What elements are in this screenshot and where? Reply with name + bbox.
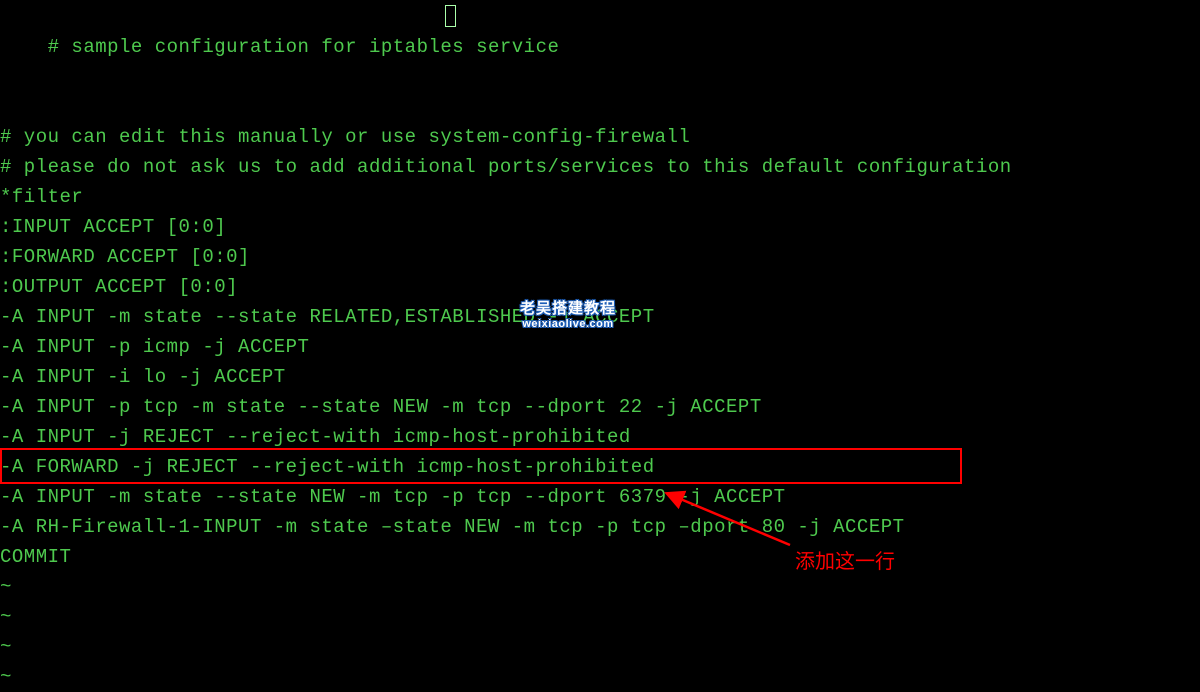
config-line-10: -A INPUT -i lo -j ACCEPT — [0, 362, 1200, 392]
config-line-4: *filter — [0, 182, 1200, 212]
config-line-14: -A INPUT -m state --state NEW -m tcp -p … — [0, 482, 1200, 512]
vim-tilde-1: ~ — [0, 572, 1200, 602]
config-line-1: # sample configuration for iptables serv… — [0, 2, 1200, 122]
config-line-11: -A INPUT -p tcp -m state --state NEW -m … — [0, 392, 1200, 422]
config-line-8: -A INPUT -m state --state RELATED,ESTABL… — [0, 302, 1200, 332]
config-line-13: -A FORWARD -j REJECT --reject-with icmp-… — [0, 452, 1200, 482]
config-line-5: :INPUT ACCEPT [0:0] — [0, 212, 1200, 242]
cursor-icon — [445, 5, 456, 27]
terminal-content[interactable]: # sample configuration for iptables serv… — [0, 2, 1200, 692]
config-line-6: :FORWARD ACCEPT [0:0] — [0, 242, 1200, 272]
vim-tilde-3: ~ — [0, 632, 1200, 662]
config-line-12: -A INPUT -j REJECT --reject-with icmp-ho… — [0, 422, 1200, 452]
config-line-2: # you can edit this manually or use syst… — [0, 122, 1200, 152]
config-line-15: -A RH-Firewall-1-INPUT -m state –state N… — [0, 512, 1200, 542]
line-text: # sample configuration for iptables serv… — [48, 36, 560, 58]
config-line-7: :OUTPUT ACCEPT [0:0] — [0, 272, 1200, 302]
config-line-3: # please do not ask us to add additional… — [0, 152, 1200, 182]
config-line-9: -A INPUT -p icmp -j ACCEPT — [0, 332, 1200, 362]
config-line-16: COMMIT — [0, 542, 1200, 572]
annotation-label: 添加这一行 — [795, 545, 895, 574]
vim-tilde-4: ~ — [0, 662, 1200, 692]
vim-tilde-2: ~ — [0, 602, 1200, 632]
